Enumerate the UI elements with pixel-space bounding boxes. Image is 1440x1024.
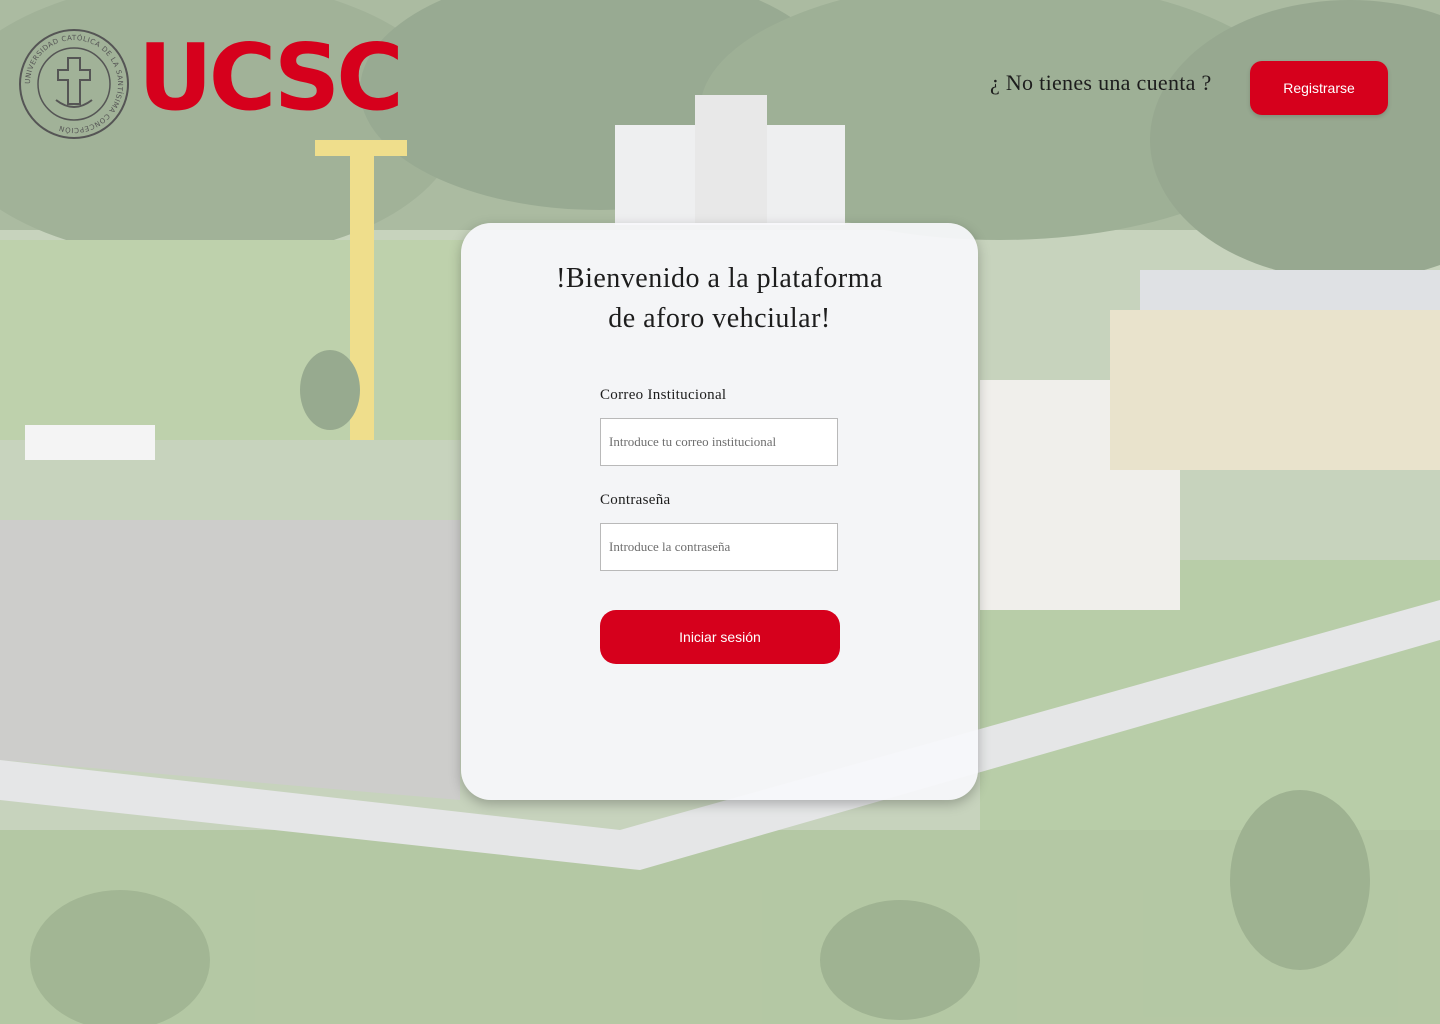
register-button[interactable]: Registrarse xyxy=(1250,61,1388,115)
welcome-title-line2: de aforo vehciular! xyxy=(608,303,831,334)
login-card: !Bienvenido a la plataforma de aforo veh… xyxy=(461,223,978,800)
email-field[interactable] xyxy=(600,418,838,466)
email-label: Correo Institucional xyxy=(600,387,727,403)
university-seal-icon: UNIVERSIDAD CATÓLICA DE LA SANTÍSIMA CON… xyxy=(19,29,129,139)
ucsc-logo[interactable]: UNIVERSIDAD CATÓLICA DE LA SANTÍSIMA CON… xyxy=(18,24,404,140)
welcome-title-line1: !Bienvenido a la plataforma xyxy=(556,263,883,294)
password-label: Contraseña xyxy=(600,492,671,508)
welcome-title: !Bienvenido a la plataforma de aforo veh… xyxy=(461,259,978,339)
ucsc-wordmark: UCSC xyxy=(138,24,404,131)
password-field[interactable] xyxy=(600,523,838,571)
login-button[interactable]: Iniciar sesión xyxy=(600,610,840,664)
signup-prompt: ¿ No tienes una cuenta ? xyxy=(990,70,1212,95)
